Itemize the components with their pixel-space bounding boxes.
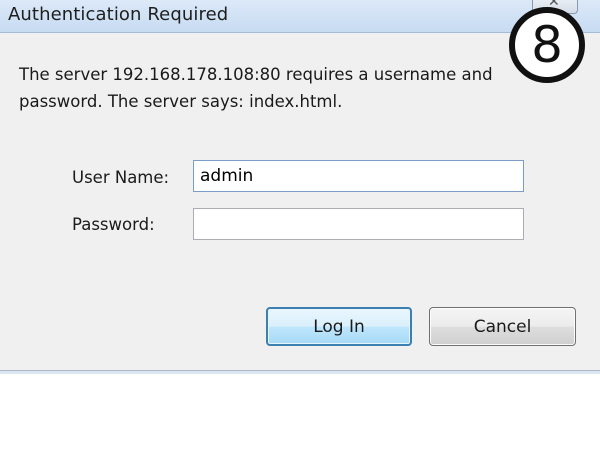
dialog-titlebar: Authentication Required ✕	[0, 0, 600, 33]
auth-message-line-2: password. The server says: index.html.	[19, 92, 343, 111]
auth-message-line-1: The server 192.168.178.108:80 requires a…	[19, 65, 493, 84]
username-input[interactable]	[193, 160, 524, 192]
login-button[interactable]: Log In	[266, 307, 412, 346]
password-label: Password:	[72, 215, 155, 234]
cancel-button[interactable]: Cancel	[429, 307, 576, 346]
auth-message: The server 192.168.178.108:80 requires a…	[19, 61, 559, 115]
step-number-badge: 8	[509, 7, 585, 83]
username-label: User Name:	[72, 168, 170, 187]
dialog-title: Authentication Required	[8, 4, 229, 25]
password-input[interactable]	[193, 208, 524, 240]
